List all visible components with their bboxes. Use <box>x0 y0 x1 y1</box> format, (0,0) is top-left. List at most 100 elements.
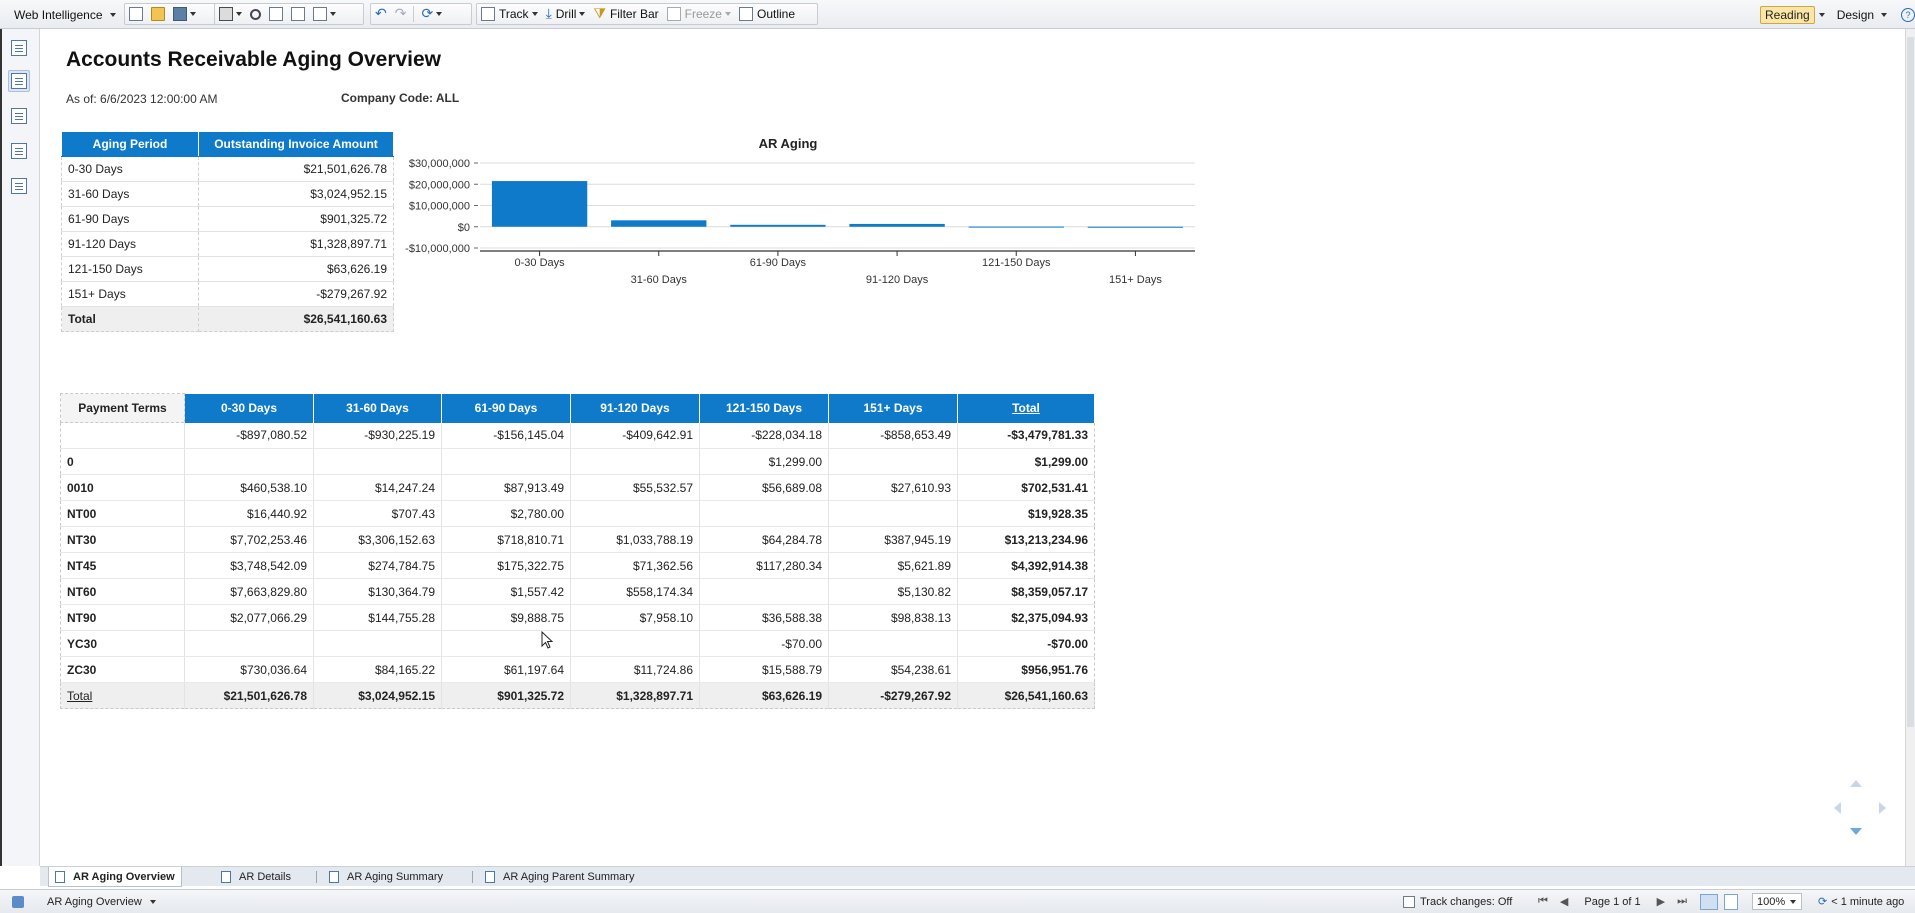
amount-cell[interactable] <box>828 448 958 475</box>
amount-cell[interactable]: $98,838.13 <box>828 604 958 631</box>
amount-cell[interactable]: $3,306,152.63 <box>313 526 442 553</box>
last-page-icon[interactable]: ⏭ <box>1677 895 1687 908</box>
row-total-cell[interactable]: $26,541,160.63 <box>957 682 1095 709</box>
redo-button[interactable]: ↷ <box>391 4 411 24</box>
row-total-cell[interactable]: $8,359,057.17 <box>957 578 1095 605</box>
row-total-cell[interactable]: $1,299.00 <box>957 448 1095 475</box>
page-right-arrow-icon[interactable] <box>1879 802 1886 814</box>
tab-ar-aging-summary[interactable]: AR Aging Summary <box>323 867 449 886</box>
amount-cell[interactable]: $1,328,897.71 <box>570 682 700 709</box>
amount-cell[interactable]: $274,784.75 <box>313 552 442 579</box>
amount-cell[interactable]: $558,174.34 <box>570 578 700 605</box>
scrollbar-thumb[interactable] <box>1907 37 1914 727</box>
amount-cell[interactable] <box>699 500 829 527</box>
header-total[interactable]: Total <box>957 393 1095 423</box>
track-changes-status[interactable]: Track changes: Off <box>1403 890 1512 913</box>
comments-button[interactable] <box>8 175 30 197</box>
aging-period-cell[interactable]: 91-120 Days <box>61 231 199 257</box>
aging-period-cell[interactable]: 151+ Days <box>61 281 199 307</box>
amount-cell[interactable] <box>570 448 700 475</box>
row-total-cell[interactable]: $702,531.41 <box>957 474 1095 501</box>
amount-cell[interactable] <box>313 448 442 475</box>
amount-cell[interactable]: $55,532.57 <box>570 474 700 501</box>
page-down-arrow-icon[interactable] <box>1850 828 1862 835</box>
amount-cell[interactable]: $901,325.72 <box>198 206 394 232</box>
help-button[interactable]: ? <box>1897 4 1915 25</box>
amount-cell[interactable]: -$228,034.18 <box>699 422 829 449</box>
tab-ar-aging-overview[interactable]: AR Aging Overview <box>48 867 182 887</box>
amount-cell[interactable]: -$70.00 <box>699 630 829 657</box>
amount-cell[interactable]: $3,024,952.15 <box>313 682 442 709</box>
amount-cell[interactable]: $2,780.00 <box>441 500 571 527</box>
amount-cell[interactable]: $460,538.10 <box>184 474 314 501</box>
amount-cell[interactable]: -$279,267.92 <box>828 682 958 709</box>
row-total-cell[interactable]: $2,375,094.93 <box>957 604 1095 631</box>
amount-cell[interactable]: $14,247.24 <box>313 474 442 501</box>
amount-cell[interactable]: $16,440.92 <box>184 500 314 527</box>
header-outstanding-amount[interactable]: Outstanding Invoice Amount <box>198 131 394 157</box>
amount-cell[interactable]: $718,810.71 <box>441 526 571 553</box>
chevron-down-icon[interactable] <box>1818 12 1825 17</box>
page-mode-icon[interactable] <box>1724 893 1738 910</box>
payment-term-cell[interactable]: YC30 <box>60 630 185 657</box>
aging-period-cell[interactable]: 0-30 Days <box>61 156 199 182</box>
amount-cell[interactable]: -$409,642.91 <box>570 422 700 449</box>
app-menu[interactable]: Web Intelligence <box>10 4 116 25</box>
previous-page-icon[interactable]: ◀ <box>1560 895 1568 908</box>
amount-cell[interactable] <box>313 630 442 657</box>
amount-cell[interactable]: $36,588.38 <box>699 604 829 631</box>
save-button[interactable] <box>169 4 200 24</box>
page-left-arrow-icon[interactable] <box>1834 802 1841 814</box>
page-up-arrow-icon[interactable] <box>1850 780 1862 787</box>
amount-cell[interactable]: -$858,653.49 <box>828 422 958 449</box>
track-button[interactable]: Track <box>477 4 542 24</box>
row-total-cell[interactable]: $13,213,234.96 <box>957 526 1095 553</box>
total-label[interactable]: Total <box>60 682 185 709</box>
amount-cell[interactable]: $71,362.56 <box>570 552 700 579</box>
row-total-cell[interactable]: -$70.00 <box>957 630 1095 657</box>
amount-cell[interactable] <box>699 578 829 605</box>
amount-cell[interactable]: $1,299.00 <box>699 448 829 475</box>
ar-aging-bar-chart[interactable]: AR Aging $30,000,000 $20,000,000 $10,000,0… <box>380 128 1200 348</box>
row-total-cell[interactable]: $956,951.76 <box>957 656 1095 683</box>
header-aging-period[interactable]: Aging Period <box>61 131 199 157</box>
amount-cell[interactable]: -$279,267.92 <box>198 281 394 307</box>
amount-cell[interactable]: $27,610.93 <box>828 474 958 501</box>
amount-cell[interactable]: $1,328,897.71 <box>198 231 394 257</box>
history-button[interactable] <box>265 4 287 24</box>
amount-cell[interactable]: $1,557.42 <box>441 578 571 605</box>
reading-mode-button[interactable]: Reading <box>1760 5 1815 24</box>
next-page-icon[interactable]: ▶ <box>1657 895 1665 908</box>
amount-cell[interactable]: $117,280.34 <box>699 552 829 579</box>
last-refresh-status[interactable]: ⟳ < 1 minute ago <box>1818 890 1904 913</box>
undo-button[interactable]: ↶ <box>371 4 391 24</box>
aging-period-cell[interactable]: 31-60 Days <box>61 181 199 207</box>
aging-period-cell[interactable]: 121-150 Days <box>61 256 199 282</box>
tab-ar-details[interactable]: AR Details <box>215 867 297 886</box>
amount-cell[interactable]: $21,501,626.78 <box>184 682 314 709</box>
header-121-150-days[interactable]: 121-150 Days <box>699 393 829 423</box>
page-indicator[interactable]: Page 1 of 1 <box>1580 894 1644 909</box>
amount-cell[interactable]: $901,325.72 <box>441 682 571 709</box>
amount-cell[interactable]: $54,238.61 <box>828 656 958 683</box>
amount-cell[interactable] <box>184 448 314 475</box>
amount-cell[interactable]: -$156,145.04 <box>441 422 571 449</box>
new-document-button[interactable] <box>125 4 147 24</box>
amount-cell[interactable]: $5,130.82 <box>828 578 958 605</box>
amount-cell[interactable] <box>570 630 700 657</box>
header-91-120-days[interactable]: 91-120 Days <box>570 393 700 423</box>
amount-cell[interactable]: $7,663,829.80 <box>184 578 314 605</box>
print-button[interactable] <box>215 4 246 24</box>
payment-term-cell[interactable]: 0010 <box>60 474 185 501</box>
export-button[interactable] <box>287 4 309 24</box>
amount-cell[interactable]: $7,702,253.46 <box>184 526 314 553</box>
filter-bar-button[interactable]: ⧩ Filter Bar <box>589 4 662 24</box>
drill-button[interactable]: ⤓ Drill <box>542 4 590 24</box>
payment-term-cell[interactable]: NT30 <box>60 526 185 553</box>
open-button[interactable] <box>147 4 169 24</box>
amount-cell[interactable]: $3,024,952.15 <box>198 181 394 207</box>
header-61-90-days[interactable]: 61-90 Days <box>441 393 571 423</box>
amount-cell[interactable] <box>184 630 314 657</box>
report-map-button[interactable] <box>8 70 30 92</box>
amount-cell[interactable]: $707.43 <box>313 500 442 527</box>
